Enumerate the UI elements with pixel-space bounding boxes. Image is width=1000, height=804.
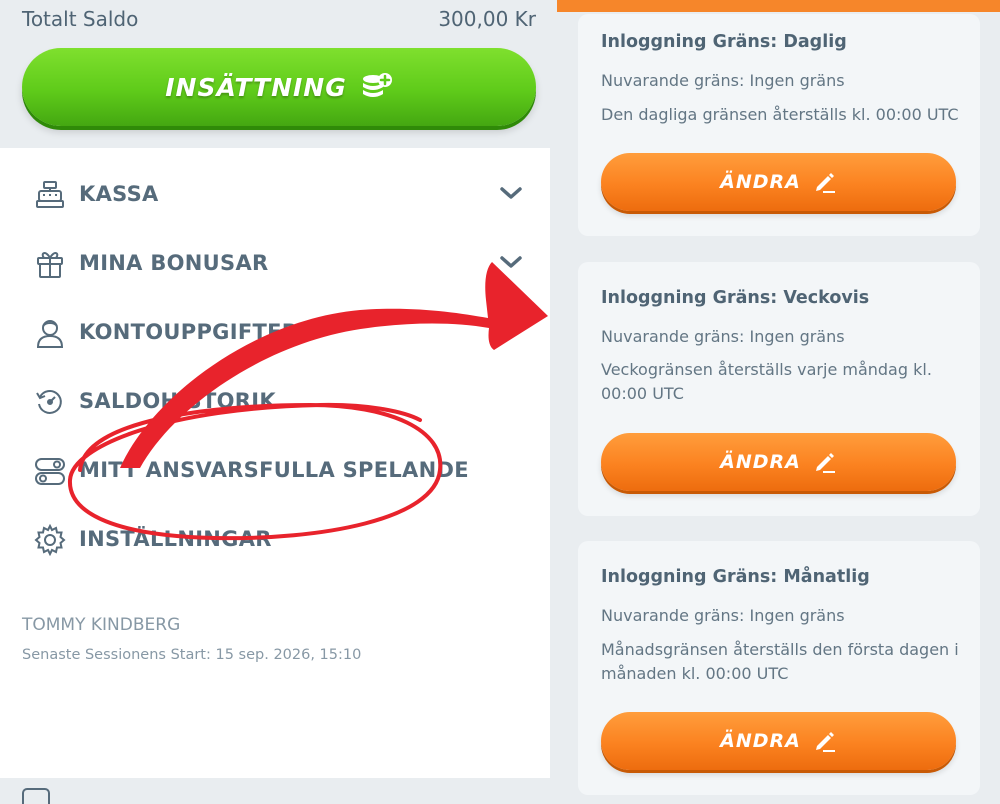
chevron-down-icon[interactable]: [498, 184, 524, 202]
header-bar: [557, 0, 1000, 12]
menu-item-ansvarsfullt-spelande[interactable]: MITT ANSVARSFULLA SPELANDE: [0, 440, 550, 500]
menu-item-label: INSTÄLLNINGAR: [79, 527, 272, 551]
menu-item-label: MITT ANSVARSFULLA SPELANDE: [79, 458, 469, 482]
menu-item-label: KASSA: [79, 182, 159, 206]
menu-item-label: KONTOUPPGIFTER: [79, 320, 299, 344]
change-button-label: ÄNDRA: [720, 171, 801, 193]
cash-register-icon: [36, 181, 64, 208]
pencil-icon: [815, 173, 835, 193]
limit-title: Inloggning Gräns: Veckovis: [601, 288, 870, 308]
menu-item-saldohistorik[interactable]: SALDOHISTORIK: [0, 371, 550, 431]
change-button-label: ÄNDRA: [720, 451, 801, 473]
gear-icon: [34, 524, 66, 556]
limit-card-daily: Inloggning Gräns: Daglig Nuvarande gräns…: [578, 14, 980, 236]
toggles-icon: [35, 458, 65, 485]
limit-current: Nuvarande gräns: Ingen gräns: [601, 606, 845, 625]
menu-item-installningar[interactable]: INSTÄLLNINGAR: [0, 509, 550, 569]
menu-item-mina-bonusar[interactable]: MINA BONUSAR: [0, 233, 550, 293]
chevron-down-icon[interactable]: [498, 322, 524, 340]
limit-current: Nuvarande gräns: Ingen gräns: [601, 327, 845, 346]
deposit-button[interactable]: INSÄTTNING: [22, 48, 536, 126]
balance-area: Totalt Saldo 300,00 Kr INSÄTTNING: [0, 0, 550, 148]
limit-card-monthly: Inloggning Gräns: Månatlig Nuvarande grä…: [578, 541, 980, 795]
limit-current: Nuvarande gräns: Ingen gräns: [601, 71, 845, 90]
change-button-label: ÄNDRA: [720, 730, 801, 752]
limit-card-weekly: Inloggning Gräns: Veckovis Nuvarande grä…: [578, 262, 980, 516]
change-limit-button[interactable]: ÄNDRA: [601, 153, 956, 211]
menu-item-label: MINA BONUSAR: [79, 251, 269, 275]
bottom-bar: [0, 778, 550, 804]
gift-icon: [37, 252, 63, 278]
change-limit-button[interactable]: ÄNDRA: [601, 712, 956, 770]
history-icon: [36, 390, 62, 414]
change-limit-button[interactable]: ÄNDRA: [601, 433, 956, 491]
balance-value: 300,00 Kr: [438, 7, 536, 31]
session-start: Senaste Sessionens Start: 15 sep. 2026, …: [22, 647, 362, 663]
limit-reset-info: Veckogränsen återställs varje måndag kl.…: [601, 360, 932, 403]
user-name: TOMMY KINDBERG: [22, 615, 181, 635]
logout-icon[interactable]: [22, 788, 50, 804]
pencil-icon: [815, 453, 835, 473]
limit-title: Inloggning Gräns: Månatlig: [601, 567, 870, 587]
limit-reset-info: Den dagliga gränsen återställs kl. 00:00…: [601, 105, 959, 124]
limit-reset-info: Månadsgränsen återställs den första dage…: [601, 640, 959, 683]
limit-title: Inloggning Gräns: Daglig: [601, 32, 847, 52]
balance-label: Totalt Saldo: [22, 7, 139, 31]
menu-item-label: SALDOHISTORIK: [79, 389, 276, 413]
menu-item-kassa[interactable]: KASSA: [0, 164, 550, 224]
login-limits-panel: Inloggning Gräns: Daglig Nuvarande gräns…: [550, 0, 1000, 800]
chevron-down-icon[interactable]: [498, 253, 524, 271]
account-menu-panel: Totalt Saldo 300,00 Kr INSÄTTNING KASSA: [0, 0, 550, 804]
coins-plus-icon: [362, 73, 392, 97]
user-icon: [36, 320, 64, 348]
deposit-button-label: INSÄTTNING: [165, 72, 347, 102]
menu-item-kontouppgifter[interactable]: KONTOUPPGIFTER: [0, 302, 550, 362]
pencil-icon: [815, 732, 835, 752]
